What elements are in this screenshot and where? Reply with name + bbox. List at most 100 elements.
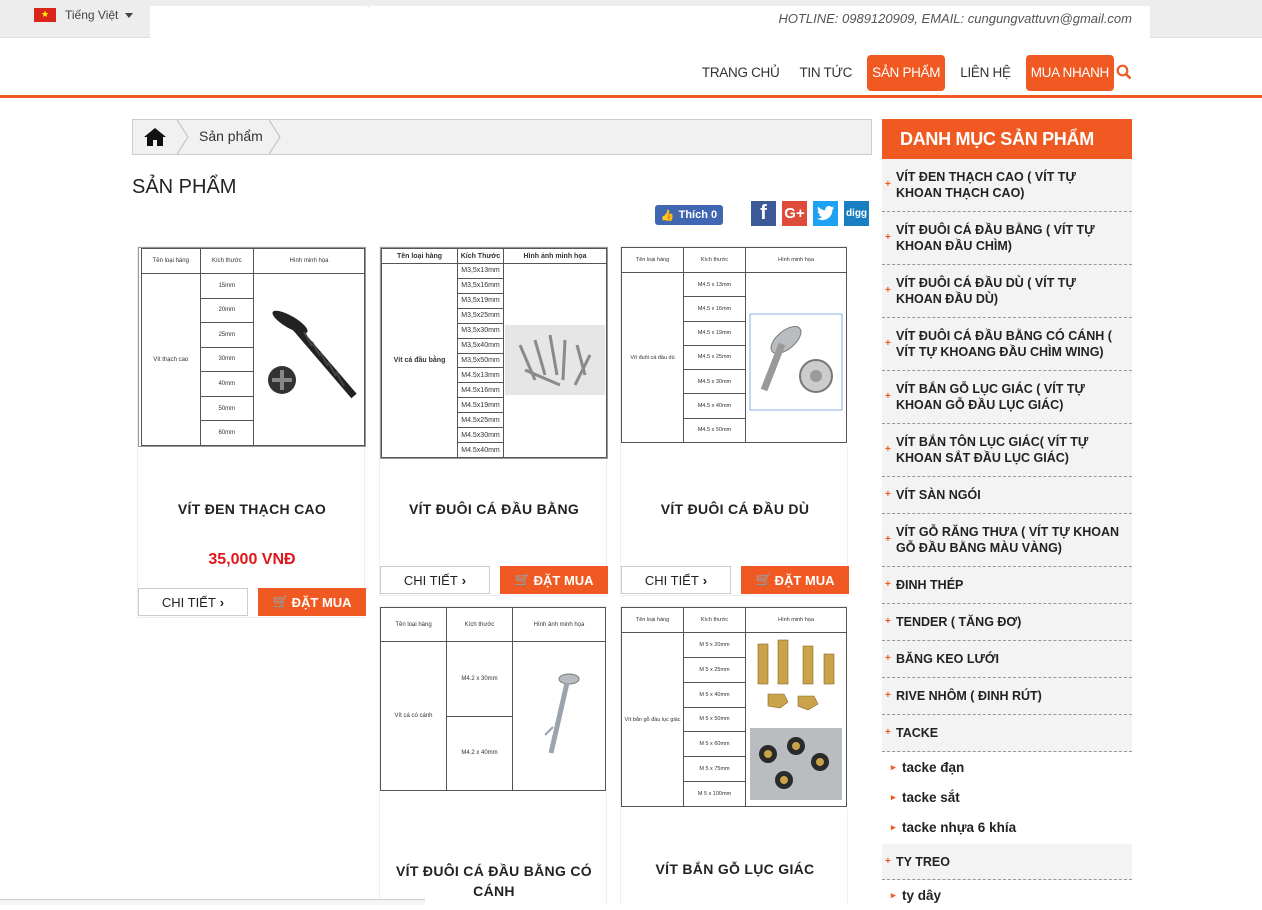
main-nav: TRANG CHỦ TIN TỨC SẢN PHẨM LIÊN HỆ MUA N… (0, 38, 1262, 98)
table-header: Hình ảnh minh họa (503, 248, 607, 264)
sidebar-item[interactable]: BĂNG KEO LƯỚI (882, 641, 1132, 678)
table-cell: M4.5 x 30mm (683, 369, 746, 395)
menu-products[interactable]: SẢN PHẨM (867, 55, 946, 91)
sidebar-item[interactable]: RIVE NHÔM ( ĐINH RÚT) (882, 678, 1132, 715)
cart-icon: 🛒 (514, 572, 531, 587)
thumbs-up-icon: 👍 (660, 209, 675, 222)
google-plus-share-icon[interactable]: G+ (782, 201, 807, 226)
product-name[interactable]: VÍT ĐEN THẠCH CAO (138, 501, 366, 517)
product-name[interactable]: VÍT ĐUÔI CÁ ĐẦU BẰNG CÓ CÁNH (380, 861, 608, 901)
table-cell: M3,5x25mm (457, 307, 504, 324)
sidebar-subitem[interactable]: tacke sắt (882, 782, 1132, 812)
screw-illustration (503, 263, 607, 458)
chevron-right-icon: › (702, 572, 708, 588)
chevron-right-icon: › (219, 594, 225, 610)
table-header: Hình minh họa (745, 607, 847, 633)
breadcrumb-current[interactable]: Sản phẩm (199, 128, 263, 144)
table-header: Tên loại hàng (621, 607, 684, 633)
sidebar-item[interactable]: ĐINH THÉP (882, 567, 1132, 604)
sidebar-item[interactable]: VÍT SÀN NGÓI (882, 477, 1132, 514)
table-cell: 40mm (199, 371, 255, 397)
sidebar-item[interactable]: VÍT ĐEN THẠCH CAO ( VÍT TỰ KHOAN THẠCH C… (882, 159, 1132, 212)
breadcrumb-separator (269, 120, 281, 154)
sidebar-item[interactable]: VÍT ĐUÔI CÁ ĐẦU BẰNG CÓ CÁNH ( VÍT TỰ KH… (882, 318, 1132, 371)
hotline-text: HOTLINE: 0989120909, EMAIL: cungungvattu… (778, 11, 1132, 26)
sidebar-item[interactable]: VÍT ĐUÔI CÁ ĐẦU DÙ ( VÍT TỰ KHOAN ĐẦU DÙ… (882, 265, 1132, 318)
menu-home[interactable]: TRANG CHỦ (697, 55, 785, 91)
breadcrumb-separator (177, 120, 189, 154)
size-table: Tên loại hàng Kích Thước Hình ảnh minh họa… (381, 248, 607, 458)
detail-button[interactable]: CHI TIẾT › (138, 588, 248, 616)
table-header: Kích thước (199, 248, 255, 274)
size-table: Tên loại hàng Kích thước Hình ảnh minh họa… (380, 607, 606, 791)
sidebar-item[interactable]: VÍT GỖ RĂNG THƯA ( VÍT TỰ KHOAN GỖ ĐẦU B… (882, 514, 1132, 567)
table-cell: M 5 x 40mm (683, 681, 746, 708)
detail-button[interactable]: CHI TIẾT › (380, 566, 490, 594)
sidebar-item[interactable]: VÍT BẮN GỖ LỤC GIÁC ( VÍT TỰ KHOAN GỖ ĐẦ… (882, 371, 1132, 424)
sidebar-item[interactable]: TENDER ( TĂNG ĐƠ) (882, 604, 1132, 641)
sidebar-subitem[interactable]: tacke đạn (882, 752, 1132, 782)
product-image[interactable]: Tên loại hàng Kích Thước Hình ảnh minh họa… (380, 247, 608, 459)
table-cell: M3,5x16mm (457, 277, 504, 294)
table-header: Tên loại hàng (380, 607, 447, 642)
order-button[interactable]: 🛒 ĐẶT MUA (258, 588, 366, 616)
product-image[interactable]: Tên loại hàng Kích thước Hình ảnh minh họa… (380, 607, 608, 793)
menu-quick-buy[interactable]: MUA NHANH (1025, 55, 1114, 91)
table-cell: M4.5x25mm (457, 412, 504, 429)
product-name[interactable]: VÍT BẮN GỖ LỤC GIÁC (621, 861, 849, 877)
sidebar-title: DANH MỤC SẢN PHẨM (882, 119, 1132, 159)
screw-illustration (253, 273, 365, 446)
menu-news[interactable]: TIN TỨC (794, 55, 857, 91)
sidebar-item-label: RIVE NHÔM ( ĐINH RÚT) (896, 689, 1042, 703)
product-image[interactable]: Tên loại hàng Kích thước Hình minh họa Vít… (621, 607, 849, 809)
table-cell: M4.5 x 40mm (683, 393, 746, 419)
order-label: ĐẶT MUA (774, 572, 835, 588)
sidebar-item-label: VÍT BẮN TÔN LỤC GIÁC( VÍT TỰ KHOAN SẮT Đ… (896, 435, 1089, 465)
product-name[interactable]: VÍT ĐUÔI CÁ ĐẦU DÙ (621, 501, 849, 517)
table-cell: M3,5x40mm (457, 337, 504, 354)
table-cell: M4.5 x 19mm (683, 320, 746, 346)
digg-share-icon[interactable]: digg (844, 201, 869, 226)
sidebar-item-label: VÍT ĐUÔI CÁ ĐẦU DÙ ( VÍT TỰ KHOAN ĐẦU DÙ… (896, 276, 1076, 306)
sidebar-item[interactable]: VÍT BẮN TÔN LỤC GIÁC( VÍT TỰ KHOAN SẮT Đ… (882, 424, 1132, 477)
sidebar-item-label: VÍT ĐUÔI CÁ ĐẦU BẰNG CÓ CÁNH ( VÍT TỰ KH… (896, 329, 1112, 359)
sidebar-subitem[interactable]: tacke nhựa 6 khía (882, 812, 1132, 842)
sidebar-subitem[interactable]: ty dây (882, 880, 1132, 910)
home-icon[interactable] (133, 120, 177, 154)
table-cell: M 5 x 50mm (683, 706, 746, 733)
detail-label: CHI TIẾT (403, 572, 458, 588)
product-price: 35,000 VNĐ (208, 551, 296, 568)
sidebar-item[interactable]: VÍT ĐUÔI CÁ ĐẦU BẰNG ( VÍT TỰ KHOAN ĐẦU … (882, 212, 1132, 265)
twitter-share-icon[interactable] (813, 201, 838, 226)
table-header: Hình ảnh minh họa (512, 607, 606, 642)
facebook-share-icon[interactable]: f (751, 201, 776, 226)
sidebar-item[interactable]: TACKE (882, 715, 1132, 752)
table-cell: M4.2 x 30mm (446, 641, 513, 717)
sidebar-item-label: VÍT BẮN GỖ LỤC GIÁC ( VÍT TỰ KHOAN GỖ ĐẦ… (896, 382, 1085, 412)
product-name[interactable]: VÍT ĐUÔI CÁ ĐẦU BẰNG (380, 501, 608, 517)
order-label: ĐẶT MUA (291, 594, 352, 610)
table-cell: M4.5 x 13mm (683, 271, 746, 298)
table-header: Hình minh họa (253, 248, 365, 274)
sidebar-item[interactable]: TY TREO (882, 844, 1132, 880)
detail-button[interactable]: CHI TIẾT › (621, 566, 731, 594)
table-cell: 20mm (199, 297, 255, 324)
product-image[interactable]: Tên loại hàng Kích thước Hình minh họa Vít… (138, 247, 366, 447)
menu-contact[interactable]: LIÊN HỆ (955, 55, 1015, 91)
search-icon[interactable] (1116, 64, 1132, 80)
vietnam-flag-icon (34, 8, 56, 22)
sidebar-item-label: VÍT SÀN NGÓI (896, 488, 981, 502)
table-header: Kích Thước (457, 248, 504, 264)
horizontal-scrollbar[interactable] (0, 899, 425, 905)
table-cell: M 5 x 75mm (683, 756, 746, 783)
detail-label: CHI TIẾT (644, 572, 699, 588)
product-image[interactable]: Tên loại hàng Kích thước Hình minh họa Vít… (621, 247, 849, 447)
table-header: Kích thước (446, 607, 513, 642)
order-button[interactable]: 🛒 ĐẶT MUA (500, 566, 608, 594)
facebook-like-button[interactable]: 👍 Thích 0 (655, 205, 723, 225)
language-selector[interactable]: Tiếng Việt (34, 8, 134, 22)
table-cell: M4.5 x 16mm (683, 296, 746, 322)
table-cell: Vít đuôi cá đầu dù (621, 272, 684, 443)
order-button[interactable]: 🛒 ĐẶT MUA (741, 566, 849, 594)
sidebar-item-label: TACKE (896, 726, 939, 740)
